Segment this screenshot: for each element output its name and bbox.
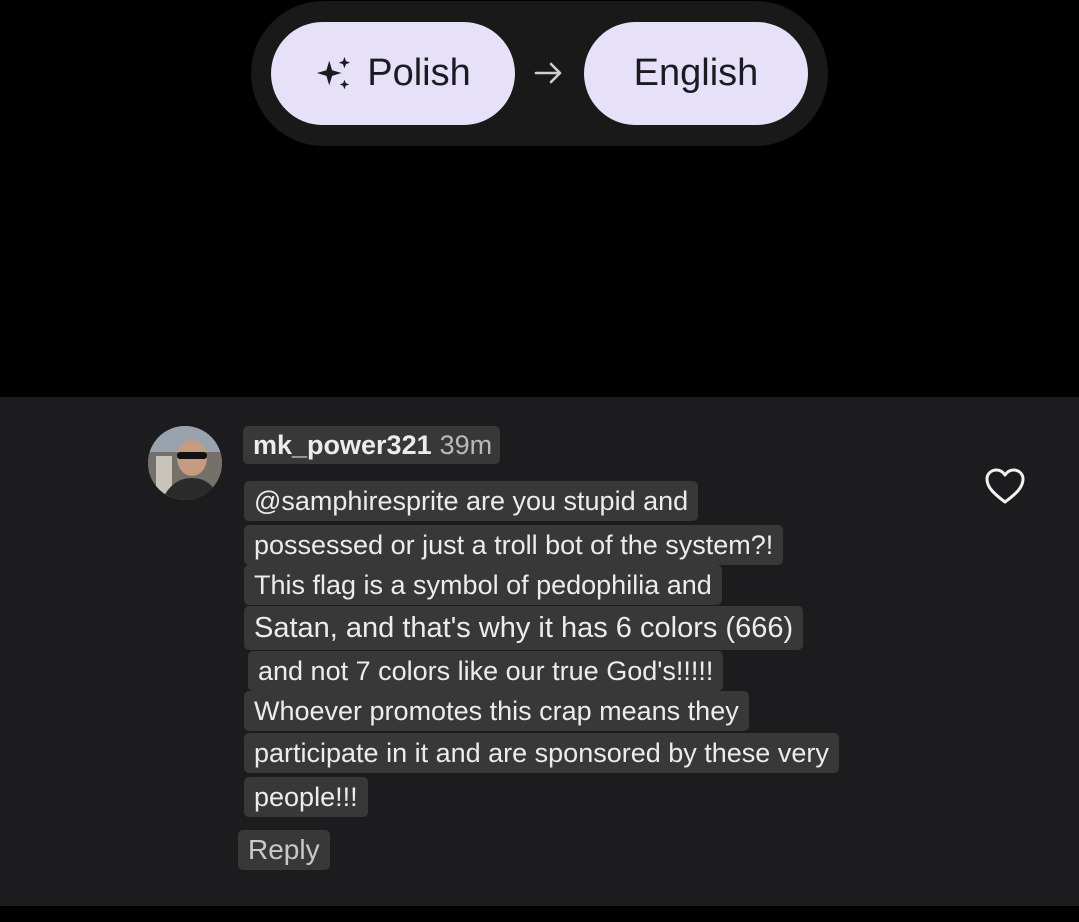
comment-text-line: Whoever promotes this crap means they [244,691,749,731]
target-language-button[interactable]: English [584,22,808,125]
comment-header: mk_power321 39m [243,426,501,464]
comment-text-line: Satan, and that's why it has 6 colors (6… [244,606,804,650]
source-language-button[interactable]: Polish [271,22,515,125]
comment-timestamp: 39m [439,429,493,460]
target-language-label: English [633,52,759,94]
avatar-photo [148,426,222,500]
source-language-label: Polish [367,52,471,94]
arrow-right-icon [534,62,562,84]
comment-text-line: people!!! [244,777,368,817]
comment-text-line: This flag is a symbol of pedophilia and [244,565,722,605]
reply-button[interactable]: Reply [238,830,330,870]
comment-text-line: participate in it and are sponsored by t… [244,733,839,773]
comment-username[interactable]: mk_power321 [253,430,432,461]
comment-text-line: possessed or just a troll bot of the sys… [244,525,784,565]
heart-outline-icon[interactable] [983,466,1027,506]
sparkle-icon [317,56,351,89]
comment-text-line: and not 7 colors like our true God's!!!!… [248,651,724,691]
avatar[interactable] [148,426,222,500]
translate-language-bar: Polish English [251,1,828,146]
comment-text-line: @samphiresprite are you stupid and [244,481,699,521]
